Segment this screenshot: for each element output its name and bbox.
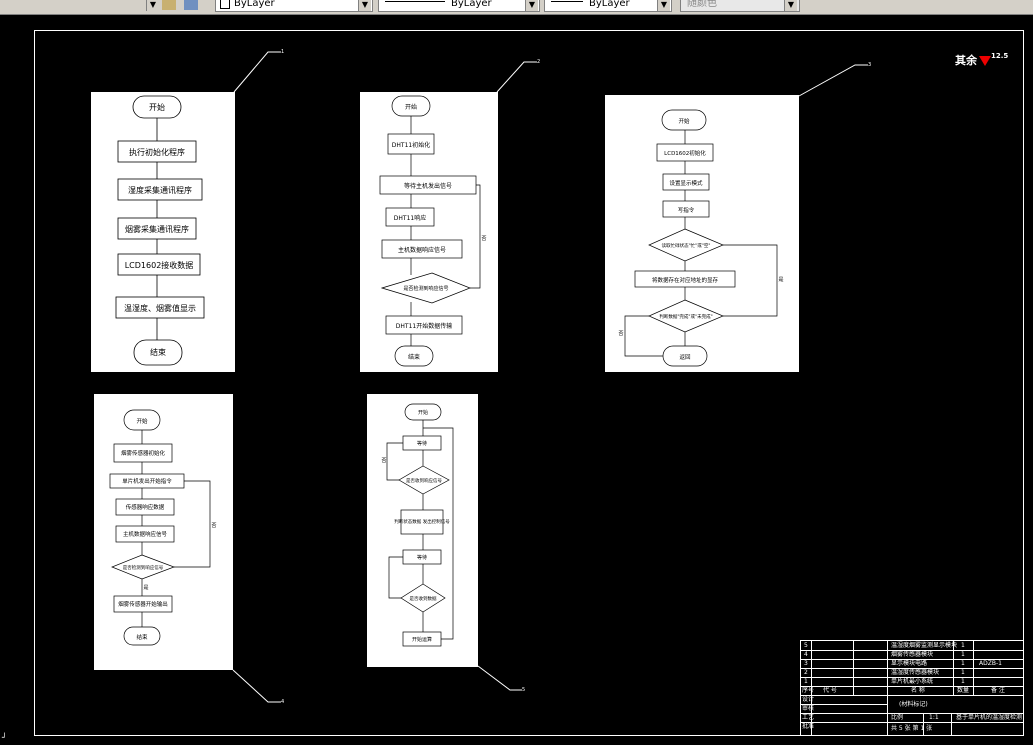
row3-qty: 1 (961, 660, 965, 667)
flow5-compute: 开始运算 (412, 636, 432, 643)
flow5-decision2: 是否收到数据 (410, 595, 437, 602)
approve-label: 批准 (802, 723, 815, 730)
flow5-start: 开始 (418, 409, 428, 416)
flow3-step5: 将数据存在对应地址的显存 (652, 276, 719, 284)
flowchart-lcd1602: 开始 LCD1602初始化 设置显示模式 写指令 读取忙碌状态"忙"或"空" 将… (605, 95, 799, 372)
flow1-end: 结束 (150, 347, 166, 357)
flow3-no-label: 否 (618, 331, 623, 337)
flow1-step4: LCD1602接收数据 (125, 260, 194, 270)
flow4-end: 结束 (136, 633, 148, 641)
flow5-decision1: 是否收到响应信号 (406, 477, 442, 484)
flowchart-control: 开始 等待 是否收到响应信号 判断状态数据 发出控制信号 等待 是否收到数据 开… (367, 394, 478, 667)
flow2-end: 结束 (408, 353, 420, 361)
flow2-step4: 主机数据响应信号 (398, 246, 446, 254)
flow4-start: 开始 (136, 417, 148, 425)
row4-qty: 1 (961, 651, 965, 658)
flow5-no-label: 否 (381, 458, 386, 464)
flow2-step1: DHT11初始化 (392, 141, 430, 149)
row3-note: ADZB-1 (979, 660, 1002, 667)
header-no: 序号 (802, 687, 815, 694)
flow5-wait2: 等待 (417, 554, 427, 561)
flow4-step4: 主机数据响应信号 (123, 530, 168, 538)
flow5-wait1: 等待 (417, 440, 427, 447)
row5-name: 温湿度烟雾监测显示模块 (891, 642, 958, 649)
ratio-label: 比例 (891, 714, 904, 721)
ucs-corner-mark: ┘ (2, 733, 7, 742)
row1-no: 1 (804, 678, 808, 685)
flow2-decision: 是否检测到响应信号 (403, 285, 448, 292)
row1-qty: 1 (961, 678, 965, 685)
flow2-step6: DHT11开始数据传输 (396, 322, 452, 330)
drawing-title: 基于单片机的温湿度检测 (956, 714, 1023, 721)
row5-qty: 1 (961, 642, 965, 649)
flow2-no-label: 否 (481, 236, 486, 242)
flowchart-dht11: 开始 DHT11初始化 等待主机发出信号 DHT11响应 主机数据响应信号 是否… (360, 92, 498, 372)
flow4-no-label: 否 (211, 523, 216, 529)
flow5-judge: 判断状态数据 发出控制信号 (394, 518, 450, 525)
flow4-step1: 烟雾传感器初始化 (121, 449, 166, 457)
row2-qty: 1 (961, 669, 965, 676)
flow1-step3: 烟雾采集通讯程序 (125, 224, 189, 234)
flow1-step5: 温湿度、烟雾值显示 (124, 303, 196, 313)
flow4-yes-label: 是 (143, 585, 148, 591)
material-mark: (材料标记) (899, 701, 928, 708)
flow4-decision: 是否检测到响应信号 (123, 564, 164, 571)
callout-5: 5 (522, 687, 526, 693)
row4-no: 4 (804, 651, 808, 658)
flow3-decision1: 读取忙碌状态"忙"或"空" (662, 242, 711, 249)
process-label: 工艺 (802, 714, 815, 721)
flow2-start: 开始 (405, 103, 417, 111)
row3-no: 3 (804, 660, 808, 667)
callout-3: 3 (868, 62, 872, 68)
header-name: 名 称 (911, 687, 925, 694)
design-label: 设计 (802, 696, 815, 703)
flow3-yes-label: 是 (778, 277, 783, 283)
header-qty: 数量 (957, 687, 970, 694)
row5-no: 5 (804, 642, 808, 649)
flow1-step1: 执行初始化程序 (129, 147, 185, 157)
sheet-info: 共 5 张 第 1 张 (891, 725, 933, 732)
flow4-step2: 单片机发出开始指令 (122, 477, 172, 485)
flow3-step3: 写指令 (678, 206, 695, 214)
flow3-step1: LCD1602初始化 (664, 149, 706, 157)
row4-name: 烟雾传感器模块 (891, 651, 934, 658)
flow2-step3: DHT11响应 (394, 214, 426, 222)
header-code: 代 号 (823, 687, 837, 694)
header-note: 备 注 (991, 687, 1005, 694)
callout-1: 1 (281, 49, 285, 55)
row2-no: 2 (804, 669, 808, 676)
callout-4: 4 (281, 699, 285, 705)
flowchart-smoke: 开始 烟雾传感器初始化 单片机发出开始指令 传感器响应数据 主机数据响应信号 是… (94, 394, 233, 670)
row2-name: 温湿度传感器模块 (891, 669, 940, 676)
flow1-step2: 湿度采集通讯程序 (128, 185, 192, 195)
callout-2: 2 (537, 59, 541, 65)
flow3-decision2: 判断数据"完成"或"未完成" (659, 313, 712, 320)
flow3-step2: 设置显示模式 (669, 179, 703, 187)
title-block: 5 温湿度烟雾监测显示模块 1 4 烟雾传感器模块 1 3 显示模块电路 1 A… (800, 640, 1024, 736)
flow2-step2: 等待主机发出信号 (404, 182, 452, 190)
ratio-value: 1:1 (929, 714, 939, 721)
flowchart-main: 开始 执行初始化程序 湿度采集通讯程序 烟雾采集通讯程序 LCD1602接收数据… (91, 92, 235, 372)
flow3-end: 返回 (679, 354, 691, 361)
flow1-start: 开始 (149, 102, 165, 112)
flow4-step3: 传感器响应数据 (126, 503, 165, 511)
row1-name: 单片机最小系统 (891, 678, 934, 685)
flow3-start: 开始 (678, 117, 690, 125)
row3-name: 显示模块电路 (891, 660, 928, 667)
flow4-step6: 烟雾传感器开始输出 (118, 600, 168, 608)
check-label: 审核 (802, 705, 815, 712)
